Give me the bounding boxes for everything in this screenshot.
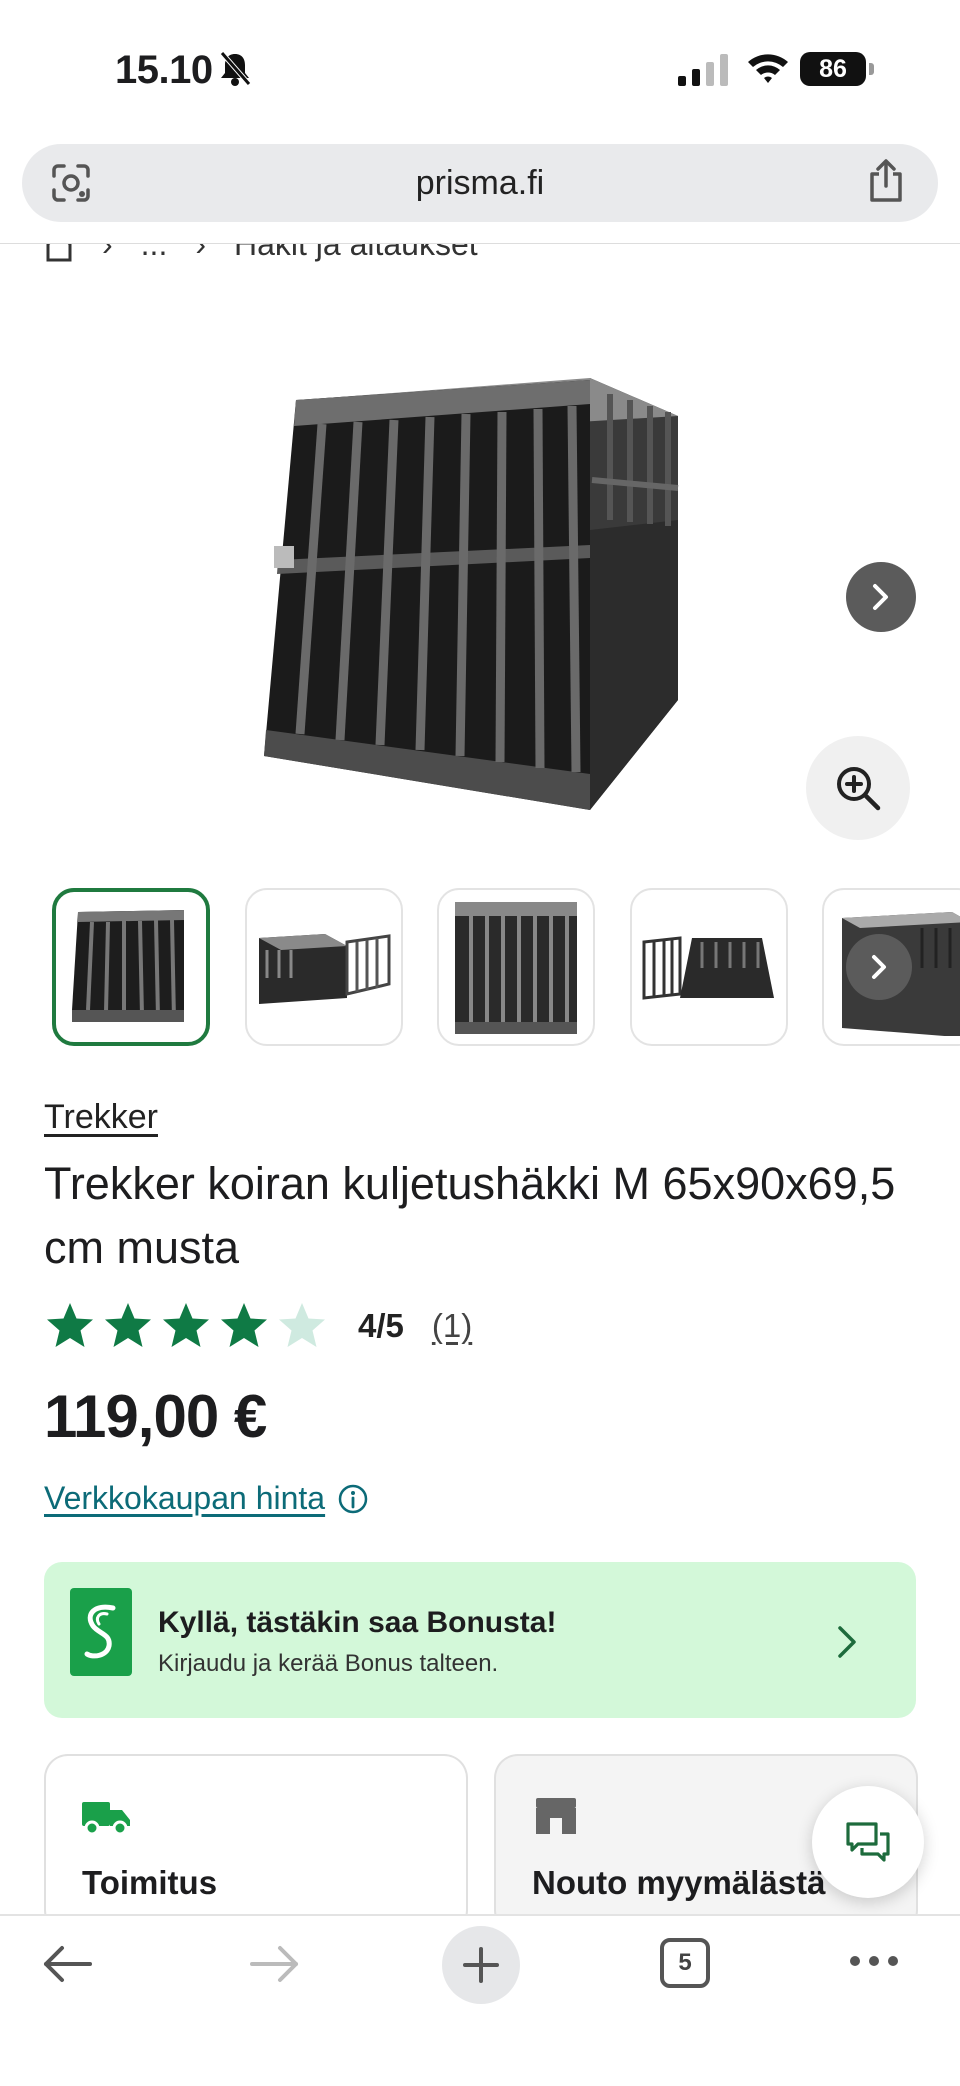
chevron-right-icon: [873, 584, 888, 610]
chevron-right-icon: [838, 1626, 856, 1658]
chat-button[interactable]: [812, 1786, 924, 1898]
tab-switcher-button[interactable]: 5: [660, 1938, 710, 1988]
breadcrumb-separator-icon: ›: [195, 244, 206, 262]
status-bar: 15.10 86: [0, 0, 960, 140]
price-note[interactable]: Verkkokaupan hinta: [44, 1480, 325, 1517]
review-count-link[interactable]: (1): [432, 1307, 472, 1345]
star-filled-icon: [105, 1303, 151, 1347]
chevron-right-icon: [872, 955, 886, 979]
product-brand-link[interactable]: Trekker: [44, 1098, 158, 1137]
product-title: Trekker koiran kuljetushäkki M 65x90x69,…: [44, 1158, 896, 1273]
plus-icon: [463, 1947, 499, 1983]
star-filled-icon: [47, 1303, 93, 1347]
bonus-subtext: Kirjaudu ja kerää Bonus talteen.: [158, 1650, 499, 1677]
pickup-option-label: Nouto myymälästä: [532, 1864, 826, 1901]
thumbnail-strip: [0, 888, 960, 1048]
delivery-option-card[interactable]: Toimitus: [44, 1754, 468, 1934]
bonus-banner[interactable]: Kyllä, tästäkin saa Bonusta! Kirjaudu ja…: [44, 1562, 916, 1718]
zoom-button[interactable]: [806, 736, 910, 840]
breadcrumb-separator-icon: ›: [102, 244, 113, 262]
delivery-option-label: Toimitus: [82, 1864, 218, 1901]
breadcrumb-current[interactable]: Häkit ja aitaukset: [234, 244, 478, 263]
price-info-link[interactable]: Verkkokaupan hinta: [44, 1480, 369, 1517]
thumbnail-3[interactable]: [437, 888, 595, 1046]
home-icon[interactable]: [44, 244, 74, 262]
s-bonus-logo: [70, 1588, 132, 1676]
zoom-in-icon: [837, 767, 881, 811]
more-menu-icon[interactable]: [848, 1954, 900, 1968]
truck-icon: [82, 1802, 130, 1836]
rating-score: 4/5: [358, 1307, 404, 1344]
browser-toolbar: 5: [0, 1914, 960, 2086]
product-rating[interactable]: 4/5 (1): [44, 1300, 472, 1352]
url-text[interactable]: prisma.fi: [22, 164, 938, 203]
breadcrumb-ellipsis[interactable]: ...: [141, 244, 168, 263]
thumbnail-next-button[interactable]: [846, 934, 912, 1000]
thumbnail-1[interactable]: [52, 888, 210, 1046]
battery-indicator: 86: [800, 52, 874, 86]
star-empty-icon: [279, 1303, 325, 1347]
product-main-image[interactable]: [260, 370, 680, 820]
info-icon[interactable]: [337, 1483, 369, 1515]
star-filled-icon: [163, 1303, 209, 1347]
share-icon[interactable]: [866, 158, 906, 204]
bell-muted-icon: [220, 51, 251, 86]
back-arrow-icon[interactable]: [40, 1942, 96, 1986]
bonus-heading: Kyllä, tästäkin saa Bonusta!: [158, 1606, 557, 1639]
store-icon: [536, 1798, 576, 1834]
breadcrumb: › ... › Häkit ja aitaukset: [0, 244, 960, 266]
forward-arrow-icon[interactable]: [246, 1942, 302, 1986]
signal-icon: [678, 54, 728, 86]
rating-stars: [44, 1300, 328, 1352]
battery-level: 86: [800, 52, 866, 86]
new-tab-button[interactable]: [442, 1926, 520, 2004]
star-filled-icon: [221, 1303, 267, 1347]
product-price: 119,00 €: [44, 1383, 267, 1450]
status-time: 15.10: [115, 48, 213, 92]
image-next-button[interactable]: [846, 562, 916, 632]
thumbnail-2[interactable]: [245, 888, 403, 1046]
chat-icon: [846, 1822, 890, 1862]
thumbnail-4[interactable]: [630, 888, 788, 1046]
wifi-icon: [748, 54, 788, 83]
address-bar[interactable]: prisma.fi: [22, 144, 938, 222]
